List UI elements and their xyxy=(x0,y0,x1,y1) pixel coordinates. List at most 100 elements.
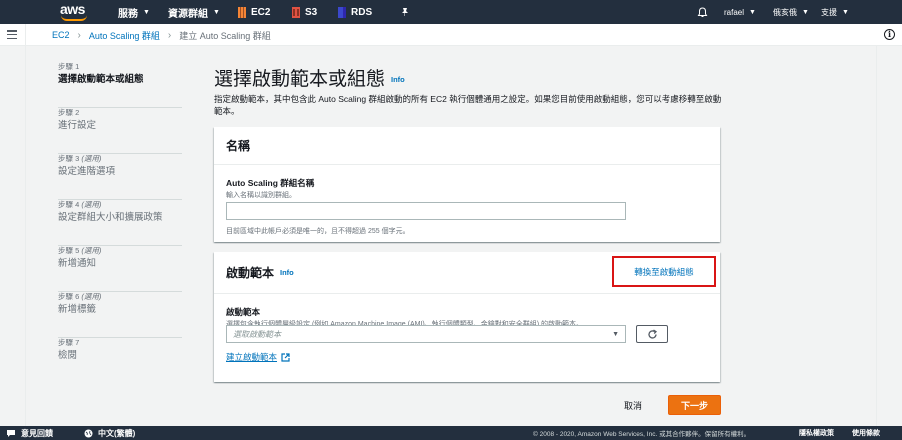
top-navigation-bar: aws 服務 ▼ 資源群組 ▼ EC2 S3 RDS rafael ▼ 俄亥俄 ▼ 支援… xyxy=(0,0,902,24)
chevron-right-icon: › xyxy=(77,29,81,41)
step-title: 設定群組大小和擴展政策 xyxy=(58,212,163,223)
ec2-shortcut[interactable]: EC2 xyxy=(238,0,270,24)
step-number: 步驟 4 (選用) xyxy=(58,200,102,209)
launch-template-panel: 啟動範本 Info 轉換至啟動組態 啟動範本 選擇包含執行個體層級設定 (例如 … xyxy=(214,252,720,382)
wizard-steps: 步驟 1 選擇啟動範本或組態 步驟 2 進行設定 步驟 3 (選用) 設定進階選… xyxy=(58,62,182,384)
s3-service-icon xyxy=(292,6,300,18)
asg-name-description: 輸入名稱以識別群組。 xyxy=(226,192,296,199)
step-title: 設定進階選項 xyxy=(58,166,116,177)
support-menu[interactable]: 支援 ▼ xyxy=(821,0,849,24)
globe-icon xyxy=(84,429,93,437)
breadcrumb-asg-link[interactable]: Auto Scaling 群組 xyxy=(89,29,160,42)
step-title: 選擇啟動範本或組態 xyxy=(58,74,144,85)
caret-down-icon: ▼ xyxy=(143,8,150,16)
caret-down-icon: ▼ xyxy=(842,8,849,16)
panel-body: 啟動範本 選擇包含執行個體層級設定 (例如 Amazon Machine Ima… xyxy=(214,294,720,382)
caret-down-icon: ▼ xyxy=(802,8,809,16)
step-5[interactable]: 步驟 5 (選用) 新增通知 xyxy=(58,246,182,292)
language-label: 中文(繁體) xyxy=(98,428,136,438)
s3-label: S3 xyxy=(305,6,318,18)
asg-name-input[interactable] xyxy=(226,202,626,220)
resource-groups-menu[interactable]: 資源群組 ▼ xyxy=(168,0,220,24)
panel-header: 名稱 xyxy=(214,127,720,165)
rds-label: RDS xyxy=(351,6,373,18)
panel-body: Auto Scaling 群組名稱 輸入名稱以識別群組。 目前區域中此帳戶必須是… xyxy=(214,165,720,242)
privacy-policy-link[interactable]: 隱私權政策 xyxy=(799,426,834,440)
caret-down-icon: ▼ xyxy=(749,8,756,16)
step-3[interactable]: 步驟 3 (選用) 設定進階選項 xyxy=(58,154,182,200)
panel-header: 啟動範本 Info 轉換至啟動組態 xyxy=(214,252,720,294)
name-panel: 名稱 Auto Scaling 群組名稱 輸入名稱以識別群組。 目前區域中此帳戶… xyxy=(214,127,720,242)
step-title: 新增通知 xyxy=(58,258,97,269)
copyright-text: © 2008 - 2020, Amazon Web Services, Inc.… xyxy=(533,431,751,438)
step-7[interactable]: 步驟 7 檢閱 xyxy=(58,338,182,384)
caret-down-icon: ▼ xyxy=(213,8,220,16)
step-6[interactable]: 步驟 6 (選用) 新增標籤 xyxy=(58,292,182,338)
terms-of-use-link[interactable]: 使用條款 xyxy=(852,426,880,440)
breadcrumb-bar: EC2 › Auto Scaling 群組 › 建立 Auto Scaling … xyxy=(0,24,902,46)
refresh-button[interactable] xyxy=(636,325,668,343)
language-selector[interactable]: 中文(繁體) xyxy=(84,426,135,440)
chevron-right-icon: › xyxy=(167,29,172,41)
notifications-button[interactable] xyxy=(697,0,708,24)
ec2-label: EC2 xyxy=(251,6,271,18)
page-description: 指定啟動範本，其中包含此 Auto Scaling 群組啟動的所有 EC2 執行… xyxy=(214,94,722,116)
rds-service-icon xyxy=(338,6,346,18)
region-menu[interactable]: 俄亥俄 ▼ xyxy=(773,0,809,24)
step-number: 步驟 1 xyxy=(58,62,80,71)
rds-shortcut[interactable]: RDS xyxy=(338,0,372,24)
step-title: 進行設定 xyxy=(58,120,97,131)
services-label: 服務 xyxy=(118,8,138,20)
step-1[interactable]: 步驟 1 選擇啟動範本或組態 xyxy=(58,62,182,108)
aws-logo-text: aws xyxy=(60,1,85,17)
ec2-service-icon xyxy=(238,6,246,18)
step-title: 檢閱 xyxy=(58,350,78,361)
s3-shortcut[interactable]: S3 xyxy=(292,0,317,24)
create-launch-template-link[interactable]: 建立啟動範本 xyxy=(226,351,290,363)
region-label: 俄亥俄 xyxy=(773,7,797,17)
step-number: 步驟 6 (選用) xyxy=(58,292,102,301)
step-number: 步驟 5 (選用) xyxy=(58,246,102,255)
pin-shortcuts-button[interactable] xyxy=(400,0,410,24)
breadcrumb-current: 建立 Auto Scaling 群組 xyxy=(179,30,271,41)
divider xyxy=(876,46,877,426)
menu-icon[interactable] xyxy=(7,30,17,39)
breadcrumb-ec2-link[interactable]: EC2 xyxy=(52,30,70,40)
divider xyxy=(25,46,26,426)
pin-icon xyxy=(402,8,408,16)
caret-down-icon: ▼ xyxy=(612,330,619,338)
step-2[interactable]: 步驟 2 進行設定 xyxy=(58,108,182,154)
info-icon[interactable]: i xyxy=(884,29,895,40)
support-label: 支援 xyxy=(821,7,837,17)
info-link[interactable]: Info xyxy=(391,75,405,84)
panel-title: 啟動範本 xyxy=(226,266,275,280)
aws-logo-smile-icon xyxy=(61,15,87,21)
launch-template-label: 啟動範本 xyxy=(226,307,261,317)
info-link[interactable]: Info xyxy=(280,268,294,277)
external-link-icon xyxy=(281,352,290,362)
launch-template-select[interactable]: 選取啟動範本 ▼ xyxy=(226,325,626,343)
select-placeholder: 選取啟動範本 xyxy=(233,329,281,339)
cancel-button[interactable]: 取消 xyxy=(624,396,642,414)
services-menu[interactable]: 服務 ▼ xyxy=(118,0,150,24)
page-title: 選擇啟動範本或組態 Info xyxy=(214,64,405,91)
feedback-button[interactable]: 意見回饋 xyxy=(6,426,53,440)
page-title-text: 選擇啟動範本或組態 xyxy=(214,69,386,90)
aws-logo[interactable]: aws xyxy=(60,2,92,22)
step-title: 新增標籤 xyxy=(58,304,97,315)
resource-groups-label: 資源群組 xyxy=(168,8,208,20)
step-number: 步驟 3 (選用) xyxy=(58,154,102,163)
step-number: 步驟 7 xyxy=(58,338,80,347)
footer: 意見回饋 中文(繁體) © 2008 - 2020, Amazon Web Se… xyxy=(0,426,902,440)
account-label: rafael xyxy=(724,7,745,17)
step-4[interactable]: 步驟 4 (選用) 設定群組大小和擴展政策 xyxy=(58,200,182,246)
next-button[interactable]: 下一步 xyxy=(668,395,721,415)
asg-name-hint: 目前區域中此帳戶必須是唯一的，且不得超過 255 個字元。 xyxy=(226,228,410,235)
switch-to-launch-config-link[interactable]: 轉換至啟動組態 xyxy=(634,266,694,278)
bell-icon xyxy=(697,6,708,17)
divider xyxy=(25,24,26,46)
speech-bubble-icon xyxy=(7,429,15,437)
breadcrumb: EC2 › Auto Scaling 群組 › 建立 Auto Scaling … xyxy=(52,24,271,46)
account-menu[interactable]: rafael ▼ xyxy=(724,0,756,24)
panel-title: 名稱 xyxy=(226,139,251,153)
